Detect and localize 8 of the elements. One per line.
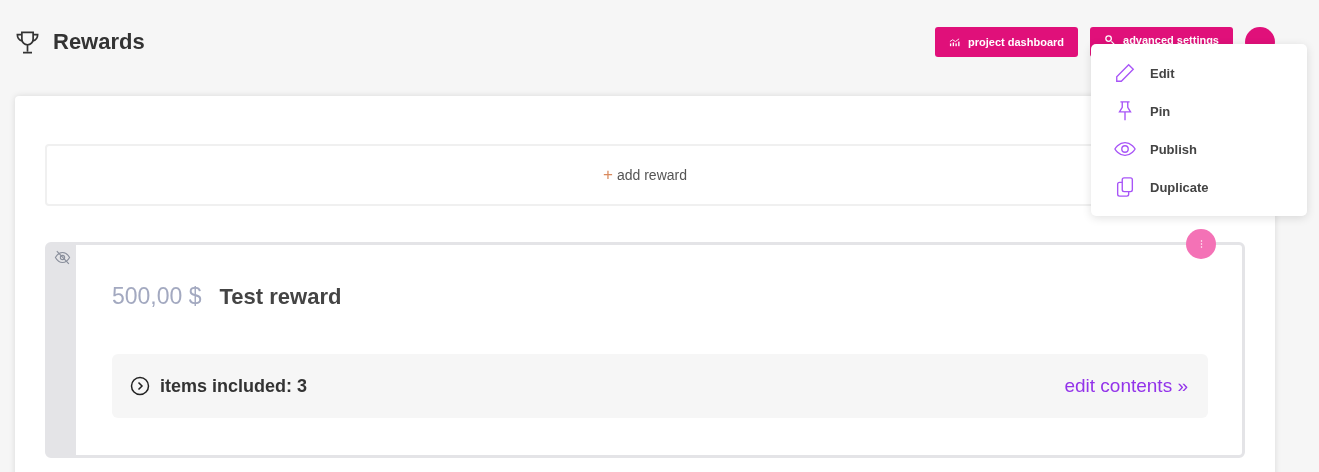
plus-icon: + xyxy=(603,165,613,184)
reward-price: 500,00 $ xyxy=(112,283,202,310)
menu-label: Publish xyxy=(1150,141,1197,157)
menu-label: Pin xyxy=(1150,103,1171,119)
menu-label: Duplicate xyxy=(1150,179,1209,195)
menu-label: Edit xyxy=(1150,65,1175,81)
reward-title: Test reward xyxy=(219,284,342,310)
page-title: Rewards xyxy=(53,29,145,55)
